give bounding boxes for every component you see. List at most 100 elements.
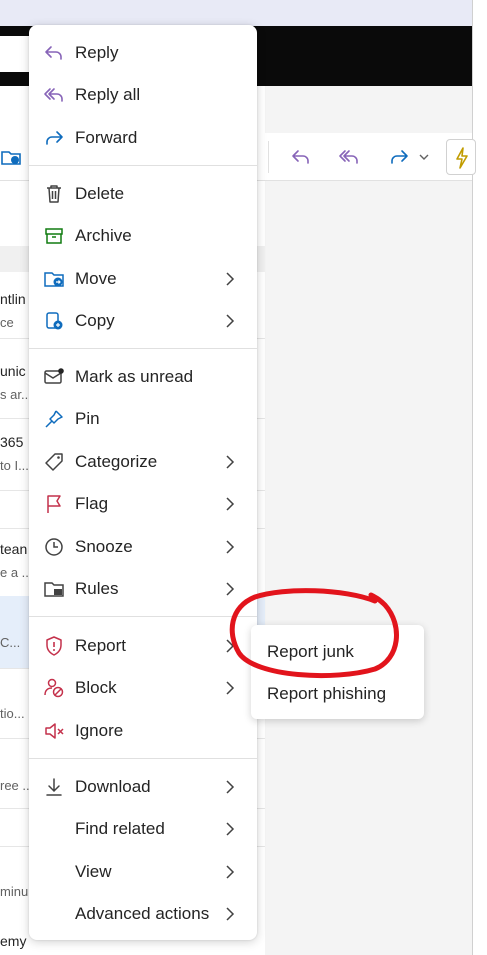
lightning-icon [456,147,468,169]
menu-item-label: Reply [75,43,119,62]
submenu-item-report-junk[interactable]: Report junk [251,632,424,672]
reading-pane [265,181,472,955]
menu-item-forward[interactable]: Forward [29,117,257,159]
submenu-item-label: Report junk [267,642,354,661]
clock-icon [43,536,65,558]
chevron-right-icon [221,678,239,698]
menu-item-label: Move [75,269,117,288]
reply-icon[interactable] [290,146,312,168]
submenu-item-report-phishing[interactable]: Report phishing [251,674,424,714]
menu-item-snooze[interactable]: Snooze [29,526,257,568]
menu-item-label: Copy [75,311,115,330]
menu-item-reply-all[interactable]: Reply all [29,74,257,116]
menu-item-pin[interactable]: Pin [29,398,257,440]
menu-item-move[interactable]: Move [29,258,257,300]
menu-item-archive[interactable]: Archive [29,215,257,257]
menu-item-label: Delete [75,184,125,203]
forward-icon [43,127,65,149]
menu-item-label: Flag [75,494,109,513]
menu-item-delete[interactable]: Delete [29,173,257,215]
archive-icon [43,225,65,247]
menu-divider [29,165,257,166]
flag-icon [43,493,65,515]
report-submenu: Report junk Report phishing [251,625,424,719]
toolbar-separator [268,141,269,173]
move-folder-icon [43,268,65,290]
list-item-fragment: to I... [0,458,29,473]
list-item-fragment: ce [0,315,14,330]
menu-item-label: View [75,862,112,881]
chevron-right-icon [221,579,239,599]
list-item-fragment: e a ... [0,565,30,580]
list-item-fragment: ntlin [0,291,26,307]
copy-icon [43,310,65,332]
list-item-fragment: ree ... [0,778,30,793]
move-folder-icon[interactable] [0,146,22,168]
menu-item-view[interactable]: View [29,851,257,893]
chevron-right-icon [221,494,239,514]
menu-item-label: Ignore [75,721,124,740]
menu-item-block[interactable]: Block [29,667,257,709]
chevron-right-icon [221,452,239,472]
menu-divider [29,348,257,349]
list-item-fragment: 365 [0,434,24,450]
menu-divider [29,758,257,759]
menu-item-label: Pin [75,409,100,428]
tag-icon [43,451,65,473]
menu-item-copy[interactable]: Copy [29,300,257,342]
reply-all-icon [43,84,65,106]
chevron-right-icon [221,819,239,839]
list-item-fragment: emy [0,933,27,949]
menu-item-download[interactable]: Download [29,766,257,808]
menu-item-label: Download [75,777,151,796]
quick-steps-button[interactable] [446,139,476,175]
menu-item-rules[interactable]: Rules [29,568,257,610]
list-item-fragment: unic [0,363,26,379]
chevron-right-icon [221,636,239,656]
menu-item-ignore[interactable]: Ignore [29,710,257,752]
submenu-item-label: Report phishing [267,684,387,703]
reply-icon [43,42,65,64]
menu-item-label: Reply all [75,85,141,104]
block-person-icon [43,677,65,699]
window-top-strip [0,0,487,26]
menu-item-label: Block [75,678,117,697]
list-item-fragment: tio... [0,706,25,721]
list-item-fragment: C... [0,635,21,650]
menu-item-label: Find related [75,819,165,838]
menu-item-label: Archive [75,226,132,245]
chevron-right-icon [221,269,239,289]
message-context-menu: Reply Reply all Forward Delete Archive M… [29,25,257,940]
menu-item-label: Rules [75,579,119,598]
menu-item-reply[interactable]: Reply [29,32,257,74]
chevron-right-icon [221,862,239,882]
list-item-fragment: tean [0,541,28,557]
pin-icon [43,408,65,430]
mail-unread-icon [43,366,65,388]
menu-item-label: Categorize [75,452,158,471]
menu-item-find-related[interactable]: Find related [29,808,257,850]
menu-item-report[interactable]: Report [29,625,257,667]
rules-icon [43,578,65,600]
menu-divider [29,616,257,617]
reply-all-icon[interactable] [338,146,360,168]
menu-item-label: Advanced actions [75,904,210,923]
mute-icon [43,720,65,742]
download-icon [43,776,65,798]
menu-item-flag[interactable]: Flag [29,483,257,525]
menu-item-categorize[interactable]: Categorize [29,441,257,483]
chevron-right-icon [221,904,239,924]
menu-item-label: Report [75,636,127,655]
forward-icon[interactable] [388,146,410,168]
list-item-fragment: s ar... [0,387,30,402]
menu-item-label: Mark as unread [75,367,194,386]
chevron-down-icon[interactable] [418,146,430,168]
menu-item-mark-unread[interactable]: Mark as unread [29,356,257,398]
chevron-right-icon [221,777,239,797]
trash-icon [43,183,65,205]
menu-item-label: Snooze [75,537,133,556]
menu-item-advanced-actions[interactable]: Advanced actions [29,893,257,935]
menu-item-label: Forward [75,128,138,147]
chevron-right-icon [221,537,239,557]
chevron-right-icon [221,311,239,331]
